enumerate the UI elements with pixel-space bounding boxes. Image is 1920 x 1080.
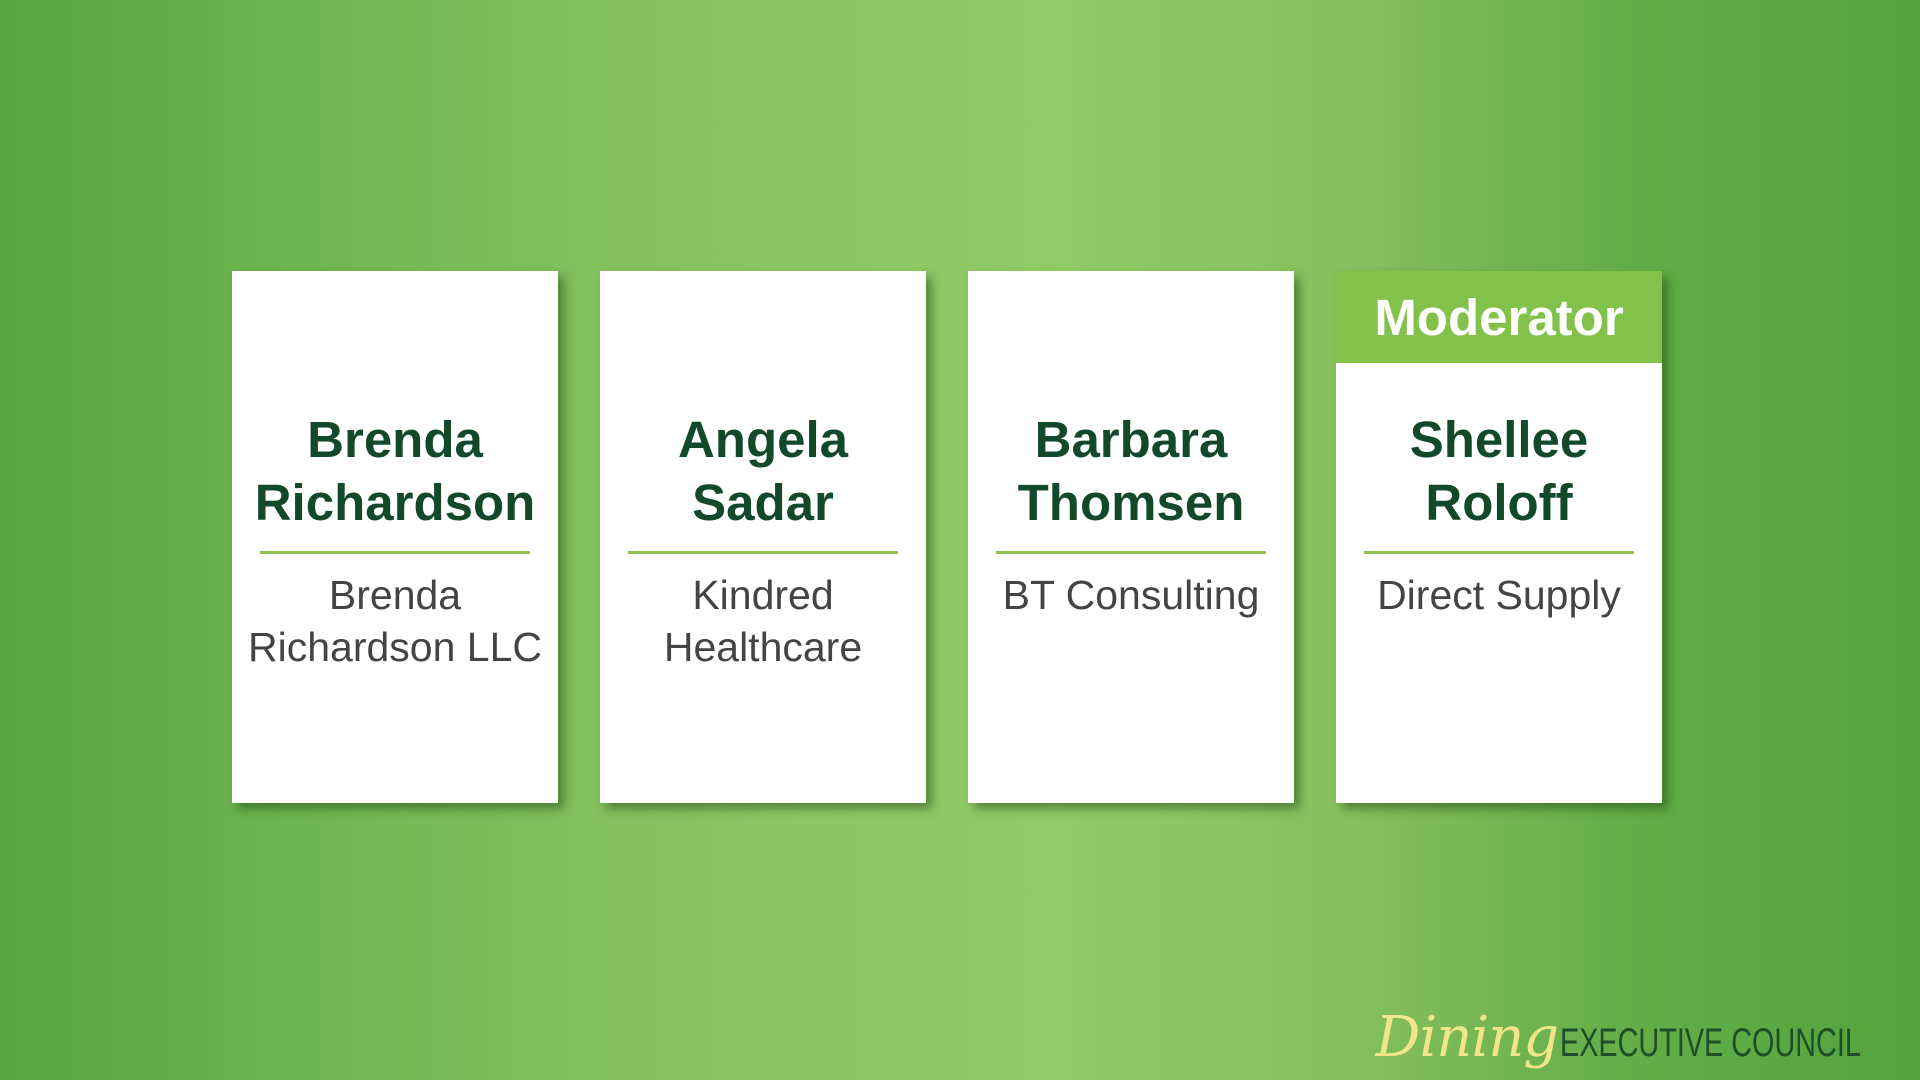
moderator-label: Moderator — [1374, 288, 1624, 346]
panelist-organization: BT Consulting — [968, 569, 1294, 621]
card-divider — [260, 551, 530, 554]
panelist-name: Brenda Richardson — [232, 408, 558, 534]
panelist-card-barbara-thomsen: Barbara Thomsen BT Consulting — [968, 271, 1294, 803]
panelist-org-line: Healthcare — [663, 624, 863, 670]
panelist-card-brenda-richardson: Brenda Richardson Brenda Richardson LLC — [232, 271, 558, 803]
panelist-name-line: Richardson — [254, 474, 536, 531]
dining-executive-council-logo: Dining EXECUTIVE COUNCIL — [1375, 1005, 1900, 1070]
panelist-organization: Direct Supply — [1336, 569, 1662, 621]
panelist-name: Barbara Thomsen — [968, 408, 1294, 534]
panelist-name-line: Barbara — [1034, 411, 1228, 468]
panelist-name-line: Angela — [677, 411, 849, 468]
logo-caps-text: EXECUTIVE COUNCIL — [1560, 1021, 1861, 1065]
slide: Brenda Richardson Brenda Richardson LLC … — [0, 0, 1920, 1080]
panelist-org-line: Richardson LLC — [248, 624, 542, 670]
panelist-organization: Brenda Richardson LLC — [232, 569, 558, 673]
panelist-name-line: Shellee — [1409, 411, 1589, 468]
panelist-name: Shellee Roloff — [1336, 408, 1662, 534]
panelist-organization: Kindred Healthcare — [600, 569, 926, 673]
panelist-name-line: Sadar — [692, 474, 834, 531]
card-divider — [628, 551, 898, 554]
panelist-org-line: Brenda — [328, 572, 462, 618]
panelist-name-line: Thomsen — [1017, 474, 1245, 531]
panelist-name-line: Brenda — [307, 411, 483, 468]
panelist-name-line: Roloff — [1425, 474, 1573, 531]
card-divider — [1364, 551, 1634, 554]
panelist-card-angela-sadar: Angela Sadar Kindred Healthcare — [600, 271, 926, 803]
panelist-name: Angela Sadar — [600, 408, 926, 534]
card-divider — [996, 551, 1266, 554]
panelist-org-line: Kindred — [692, 572, 834, 618]
panelist-org-line: BT Consulting — [1002, 572, 1260, 618]
logo-script-text: Dining — [1375, 1005, 1559, 1070]
panelist-org-line: Direct Supply — [1377, 572, 1621, 618]
panelist-card-shellee-roloff: Moderator Shellee Roloff Direct Supply — [1336, 271, 1662, 803]
moderator-banner: Moderator — [1336, 271, 1662, 363]
